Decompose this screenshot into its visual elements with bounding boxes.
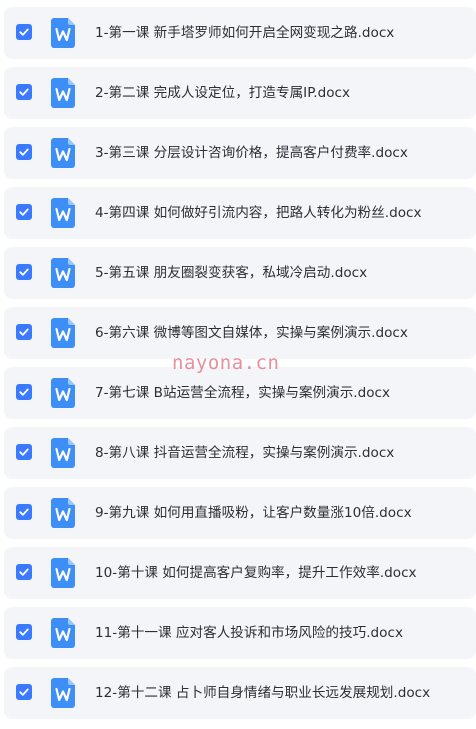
file-name[interactable]: 11-第十一课 应对客人投诉和市场风险的技巧.docx bbox=[95, 607, 403, 659]
checkbox-checked-icon[interactable] bbox=[16, 264, 32, 280]
file-name[interactable]: 3-第三课 分层设计咨询价格，提高客户付费率.docx bbox=[95, 127, 408, 179]
file-row[interactable]: 6-第六课 微博等图文自媒体，实操与案例演示.docx bbox=[4, 307, 476, 359]
word-doc-icon bbox=[51, 558, 75, 588]
word-doc-icon bbox=[51, 678, 75, 708]
file-name[interactable]: 9-第九课 如何用直播吸粉，让客户数量涨10倍.docx bbox=[95, 487, 412, 539]
file-row[interactable]: 7-第七课 B站运营全流程，实操与案例演示.docx bbox=[4, 367, 476, 419]
checkbox-checked-icon[interactable] bbox=[16, 84, 32, 100]
word-doc-icon bbox=[51, 18, 75, 48]
word-doc-icon bbox=[51, 198, 75, 228]
checkbox-checked-icon[interactable] bbox=[16, 504, 32, 520]
file-row[interactable]: 11-第十一课 应对客人投诉和市场风险的技巧.docx bbox=[4, 607, 476, 659]
word-doc-icon bbox=[51, 378, 75, 408]
checkbox-checked-icon[interactable] bbox=[16, 324, 32, 340]
checkbox-checked-icon[interactable] bbox=[16, 24, 32, 40]
word-doc-icon bbox=[51, 618, 75, 648]
file-row[interactable]: 12-第十二课 占卜师自身情绪与职业长远发展规划.docx bbox=[4, 667, 476, 719]
file-row[interactable]: 4-第四课 如何做好引流内容，把路人转化为粉丝.docx bbox=[4, 187, 476, 239]
word-doc-icon bbox=[51, 258, 75, 288]
file-name[interactable]: 2-第二课 完成人设定位，打造专属IP.docx bbox=[95, 67, 350, 119]
file-row[interactable]: 10-第十课 如何提高客户复购率，提升工作效率.docx bbox=[4, 547, 476, 599]
word-doc-icon bbox=[51, 438, 75, 468]
file-name[interactable]: 7-第七课 B站运营全流程，实操与案例演示.docx bbox=[95, 367, 390, 419]
checkbox-checked-icon[interactable] bbox=[16, 384, 32, 400]
word-doc-icon bbox=[51, 78, 75, 108]
checkbox-checked-icon[interactable] bbox=[16, 564, 32, 580]
file-name[interactable]: 5-第五课 朋友圈裂变获客，私域冷启动.docx bbox=[95, 247, 367, 299]
file-name[interactable]: 1-第一课 新手塔罗师如何开启全网变现之路.docx bbox=[95, 7, 394, 59]
file-name[interactable]: 12-第十二课 占卜师自身情绪与职业长远发展规划.docx bbox=[95, 667, 430, 719]
file-row[interactable]: 3-第三课 分层设计咨询价格，提高客户付费率.docx bbox=[4, 127, 476, 179]
file-row[interactable]: 2-第二课 完成人设定位，打造专属IP.docx bbox=[4, 67, 476, 119]
file-row[interactable]: 1-第一课 新手塔罗师如何开启全网变现之路.docx bbox=[4, 7, 476, 59]
word-doc-icon bbox=[51, 498, 75, 528]
file-row[interactable]: 8-第八课 抖音运营全流程，实操与案例演示.docx bbox=[4, 427, 476, 479]
file-name[interactable]: 6-第六课 微博等图文自媒体，实操与案例演示.docx bbox=[95, 307, 408, 359]
checkbox-checked-icon[interactable] bbox=[16, 204, 32, 220]
checkbox-checked-icon[interactable] bbox=[16, 684, 32, 700]
checkbox-checked-icon[interactable] bbox=[16, 624, 32, 640]
file-row[interactable]: 5-第五课 朋友圈裂变获客，私域冷启动.docx bbox=[4, 247, 476, 299]
file-name[interactable]: 4-第四课 如何做好引流内容，把路人转化为粉丝.docx bbox=[95, 187, 422, 239]
file-name[interactable]: 10-第十课 如何提高客户复购率，提升工作效率.docx bbox=[95, 547, 417, 599]
file-list: 1-第一课 新手塔罗师如何开启全网变现之路.docx 2-第二课 完成人设定位，… bbox=[0, 0, 476, 729]
file-name[interactable]: 8-第八课 抖音运营全流程，实操与案例演示.docx bbox=[95, 427, 394, 479]
checkbox-checked-icon[interactable] bbox=[16, 144, 32, 160]
checkbox-checked-icon[interactable] bbox=[16, 444, 32, 460]
file-row[interactable]: 9-第九课 如何用直播吸粉，让客户数量涨10倍.docx bbox=[4, 487, 476, 539]
word-doc-icon bbox=[51, 138, 75, 168]
word-doc-icon bbox=[51, 318, 75, 348]
